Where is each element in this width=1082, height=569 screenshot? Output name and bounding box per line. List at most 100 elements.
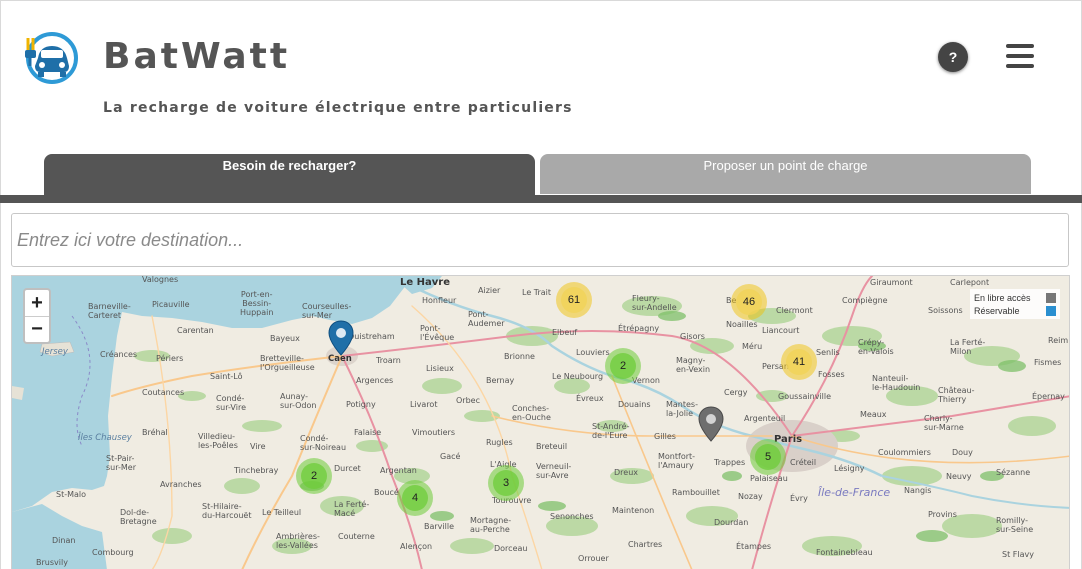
place-label: Épernay bbox=[1032, 392, 1065, 401]
destination-search-input[interactable] bbox=[11, 213, 1069, 267]
zoom-out-button[interactable]: − bbox=[25, 316, 49, 342]
place-label: St-Pair- sur-Mer bbox=[106, 454, 137, 472]
place-label: Alençon bbox=[400, 542, 433, 551]
place-label: Mortagne- au-Perche bbox=[470, 516, 512, 534]
place-label: Coutances bbox=[142, 388, 185, 397]
place-label: St-Hilaire- du-Harcouët bbox=[202, 502, 252, 520]
place-label: Port-en- Bessin- Huppain bbox=[240, 290, 274, 317]
place-label: Liancourt bbox=[762, 326, 800, 335]
place-label: Vimoutiers bbox=[412, 428, 456, 437]
place-label: Argenteuil bbox=[744, 414, 786, 423]
brand-title: BatWatt bbox=[103, 36, 291, 77]
place-label: Argentan bbox=[380, 466, 417, 475]
place-label: Senlis bbox=[816, 348, 840, 357]
place-label: Orbec bbox=[456, 396, 480, 405]
place-label: Ambrières- les-Vallées bbox=[276, 532, 320, 550]
place-label: Villedieu- les-Poêles bbox=[198, 432, 238, 450]
place-label: Méru bbox=[742, 342, 763, 351]
place-label: Îles Chausey bbox=[78, 433, 132, 443]
place-label: Bretteville- l'Orgueilleuse bbox=[260, 354, 315, 372]
place-label: Île-de-France bbox=[818, 486, 891, 499]
place-label: Fontainebleau bbox=[816, 548, 873, 557]
tab-offer-charge-point[interactable]: Proposer un point de charge bbox=[540, 154, 1031, 194]
place-label: Rugles bbox=[486, 438, 513, 447]
reservable-marker-pin-icon[interactable] bbox=[328, 320, 354, 356]
tab-need-charge[interactable]: Besoin de recharger? bbox=[44, 154, 535, 196]
marker-cluster[interactable]: 3 bbox=[488, 465, 524, 501]
place-label: Brusvily bbox=[36, 558, 68, 567]
marker-cluster[interactable]: 2 bbox=[605, 348, 641, 384]
marker-cluster[interactable]: 46 bbox=[731, 284, 767, 320]
place-label: Livarot bbox=[410, 400, 438, 409]
place-label: Verneuil- sur-Avre bbox=[536, 462, 572, 480]
place-label: Romilly- sur-Seine bbox=[996, 516, 1034, 534]
help-label: ? bbox=[948, 49, 958, 65]
place-label: Étrépagny bbox=[618, 324, 660, 333]
place-label: Provins bbox=[928, 510, 957, 519]
place-label: La Ferté- Milon bbox=[950, 338, 986, 356]
place-label: Dreux bbox=[614, 468, 638, 477]
place-label: Le Neubourg bbox=[552, 372, 604, 381]
place-label: Caen bbox=[328, 354, 352, 364]
legend-swatch bbox=[1046, 292, 1056, 303]
zoom-in-button[interactable]: + bbox=[25, 290, 49, 316]
marker-cluster[interactable]: 41 bbox=[781, 344, 817, 380]
place-label: Boucé bbox=[374, 488, 399, 497]
place-label: St Flavy bbox=[1002, 550, 1034, 559]
help-button[interactable]: ? bbox=[938, 42, 968, 72]
marker-cluster[interactable]: 5 bbox=[750, 439, 786, 475]
place-label: Brionne bbox=[504, 352, 535, 361]
place-label: Avranches bbox=[160, 480, 202, 489]
place-label: Gisors bbox=[680, 332, 705, 341]
marker-cluster[interactable]: 61 bbox=[556, 282, 592, 318]
place-label: Douains bbox=[618, 400, 651, 409]
place-label: Saint-Lô bbox=[210, 372, 243, 381]
cluster-count: 5 bbox=[764, 451, 772, 463]
map-view[interactable]: Le Havre Valognes Barneville- Carteret P… bbox=[11, 275, 1070, 569]
place-label: Le Havre bbox=[400, 277, 450, 288]
place-label: Aunay- sur-Odon bbox=[280, 392, 317, 410]
place-label: Chartres bbox=[628, 540, 663, 549]
place-label: Clermont bbox=[776, 306, 813, 315]
place-label: Couterne bbox=[338, 532, 375, 541]
place-label: Gilles bbox=[654, 432, 676, 441]
map-zoom-control: + − bbox=[23, 288, 51, 344]
place-label: Magny- en-Vexin bbox=[676, 356, 711, 374]
hamburger-menu-icon[interactable] bbox=[1006, 44, 1036, 68]
place-label: Le Trait bbox=[522, 288, 552, 297]
place-label: Carlepont bbox=[950, 278, 990, 287]
batwatt-logo-icon bbox=[25, 32, 78, 84]
place-label: Nangis bbox=[904, 486, 932, 495]
tab-label: Besoin de recharger? bbox=[222, 158, 357, 173]
marker-cluster[interactable]: 4 bbox=[397, 480, 433, 516]
place-label: Noailles bbox=[726, 320, 758, 329]
place-label: Barville bbox=[424, 522, 455, 531]
place-label: Dol-de- Bretagne bbox=[120, 508, 157, 526]
place-label: Maintenon bbox=[612, 506, 655, 515]
marker-cluster[interactable]: 2 bbox=[296, 458, 332, 494]
place-label: Troarn bbox=[376, 356, 401, 365]
place-label: Argences bbox=[356, 376, 394, 385]
tab-bar-underline bbox=[0, 195, 1082, 203]
place-label: Le Teilleul bbox=[262, 508, 302, 517]
legend-item: En libre accès bbox=[974, 291, 1056, 304]
place-label: Fismes bbox=[1034, 358, 1062, 367]
place-label: St-André- de-l'Eure bbox=[592, 422, 630, 440]
place-label: Créances bbox=[100, 350, 138, 359]
place-label: Jersey bbox=[42, 347, 68, 357]
place-label: Carentan bbox=[177, 326, 214, 335]
place-label: Périers bbox=[156, 354, 184, 363]
cluster-count: 46 bbox=[742, 296, 756, 308]
place-label: Reim bbox=[1048, 336, 1069, 345]
place-label: Elbeuf bbox=[552, 328, 578, 337]
place-label: Créteil bbox=[790, 458, 817, 467]
place-label: Aizier bbox=[478, 286, 501, 295]
place-label: Valognes bbox=[142, 275, 179, 284]
place-label: Falaise bbox=[354, 428, 382, 437]
place-label: Compiègne bbox=[842, 296, 888, 305]
free-access-marker-pin-icon[interactable] bbox=[698, 406, 724, 442]
place-label: St-Malo bbox=[56, 490, 87, 499]
tab-label: Proposer un point de charge bbox=[703, 158, 868, 173]
place-label: Combourg bbox=[92, 548, 134, 557]
place-label: Évry bbox=[790, 494, 808, 503]
